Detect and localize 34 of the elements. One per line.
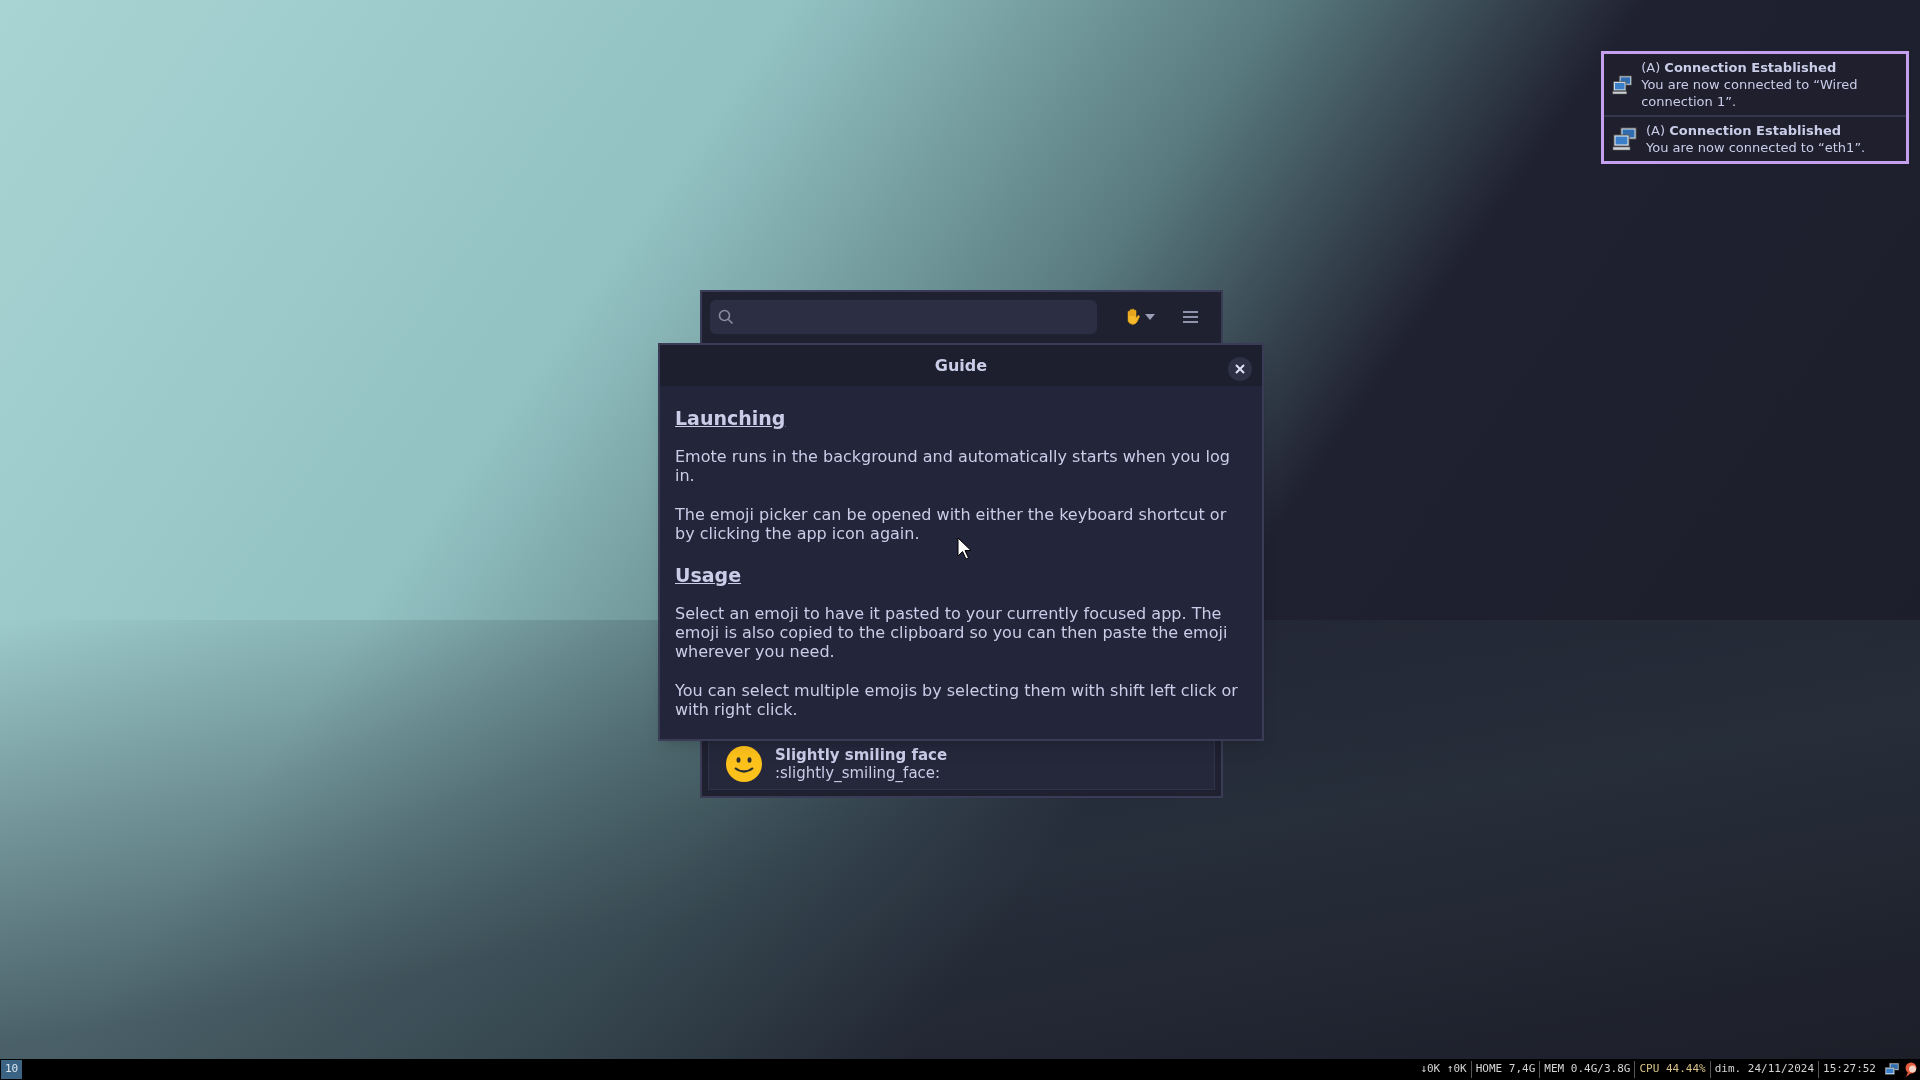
close-button[interactable] [1228,357,1252,381]
smiling-face-emoji-icon [725,745,763,783]
status-item: ↓0K ↑0K [1419,1061,1468,1078]
notification[interactable]: (A) Connection Established You are now connected to “eth1”. [1604,115,1906,161]
section-heading: Launching [675,406,787,430]
network-computers-icon [1612,126,1638,152]
emoji-name: Slightly smiling face [775,746,948,764]
notification-body: You are now connected to “eth1”. [1646,139,1866,156]
status-item: MEM 0.4G/3.8G [1539,1061,1635,1078]
status-item: CPU 44.44% [1634,1061,1710,1078]
search-icon [718,309,734,325]
guide-paragraph: Emote runs in the background and automatically starts when you log in. [675,447,1231,485]
guide-paragraph: The emoji picker can be opened with either the keyboard shortcut or by clicking the app icon again. [675,505,1228,543]
notification-body: You are now connected to “Wired connection 1”. [1641,76,1859,110]
speech-bubble-icon[interactable] [1904,1061,1918,1078]
section-heading: Usage [675,563,743,587]
workspace-indicator[interactable]: 10 [1,1060,23,1079]
status-item: HOME 7,4G [1470,1061,1540,1078]
close-icon [1235,364,1245,374]
status-item: dim. 24/11/2024 [1709,1061,1818,1078]
guide-paragraph: Select an emoji to have it pasted to your currently focused app. The emoji is also copied to the clipboard so you can then paste the emoji wherever you need. [675,604,1229,661]
raised-hand-icon [1125,308,1142,326]
network-computers-icon[interactable] [1884,1061,1900,1078]
mouse-pointer-icon [957,537,972,561]
guide-paragraph: You can select multiple emojis by selecting them with shift left click or with right click. [675,681,1239,719]
dialog-title: Guide [934,354,988,377]
status-item: 15:27:52 [1818,1061,1880,1078]
caret-icon [1145,314,1156,320]
menu-icon [1182,311,1198,323]
notification[interactable]: (A) Connection Established You are now connected to “Wired connection 1”. [1604,54,1906,115]
search-field[interactable] [710,300,1098,334]
notification-title: (A) Connection Established [1641,59,1838,76]
emoji-shortcode: :slightly_smiling_face: [775,764,942,782]
notification-title: (A) Connection Established [1646,122,1842,139]
